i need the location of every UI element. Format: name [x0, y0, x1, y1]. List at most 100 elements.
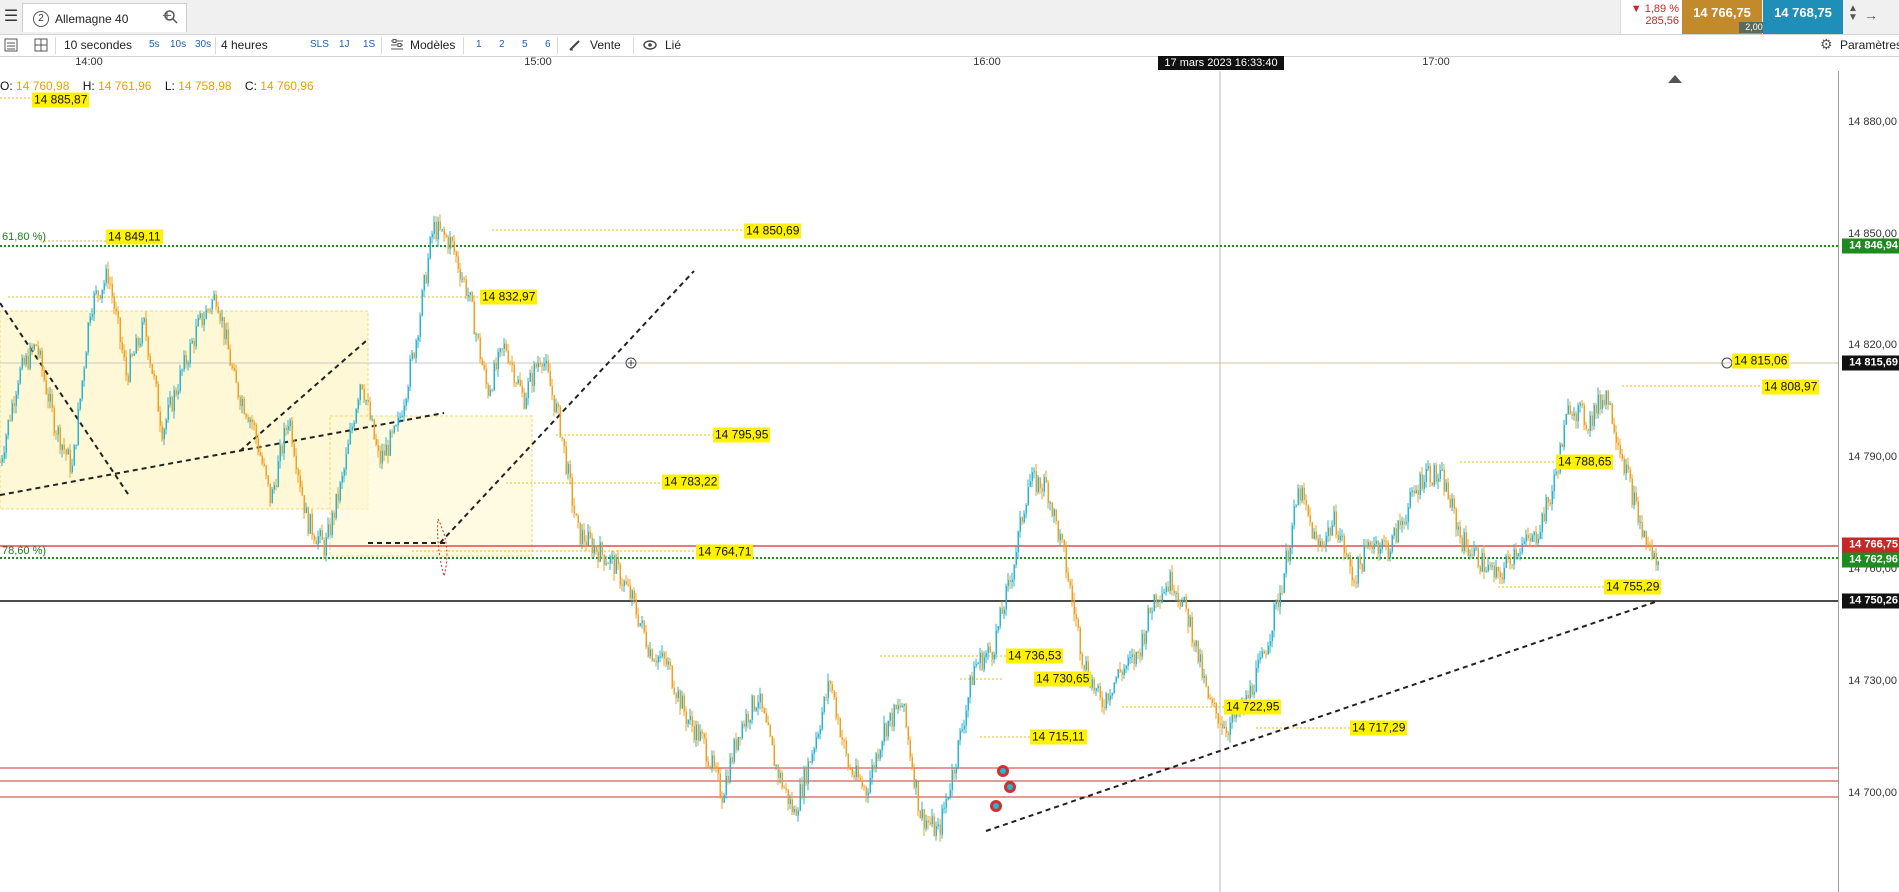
- candle-body: [319, 530, 321, 537]
- period-1s[interactable]: 1S: [363, 39, 375, 50]
- candle-body: [1545, 497, 1547, 522]
- sell-pen-icon[interactable]: [568, 38, 582, 55]
- candle-body: [427, 258, 429, 284]
- arrow-right-icon[interactable]: →: [1864, 7, 1878, 23]
- candle-body: [311, 513, 313, 535]
- candle-body: [71, 465, 73, 473]
- candle-body: [351, 426, 353, 431]
- candle-body: [1371, 545, 1373, 549]
- candle-body: [1365, 545, 1367, 547]
- candle-body: [1507, 556, 1509, 559]
- candle-body: [159, 411, 161, 426]
- linked-button[interactable]: Lié: [665, 38, 681, 52]
- price-label: 14 717,29: [1350, 720, 1408, 736]
- candle-body: [1599, 394, 1601, 409]
- candle-body: [1267, 645, 1269, 655]
- models-button[interactable]: Modèles: [410, 38, 455, 52]
- candle-body: [1041, 488, 1043, 492]
- candle-body: [625, 581, 627, 585]
- period-sls[interactable]: SLS: [310, 39, 329, 50]
- candle-body: [45, 380, 47, 394]
- candle-body: [13, 403, 15, 406]
- price-label: 14 722,95: [1224, 699, 1282, 715]
- candle-body: [757, 702, 759, 708]
- period-select[interactable]: 4 heures: [221, 38, 268, 52]
- interval-30s[interactable]: 30s: [195, 39, 211, 50]
- candle-body: [1533, 532, 1535, 536]
- axis-tag-fib786: 14 762,96: [1842, 552, 1899, 568]
- candle-body: [1463, 532, 1465, 552]
- price-chart[interactable]: [0, 71, 1838, 892]
- price-axis[interactable]: 14 880,00 14 850,00 14 820,00 14 790,00 …: [1838, 71, 1899, 892]
- price-tick: 14 730,00: [1848, 675, 1897, 687]
- candle-body: [1603, 399, 1605, 405]
- candle-body: [1111, 692, 1113, 696]
- candle-body: [695, 724, 697, 741]
- candle-body: [691, 716, 693, 727]
- layout-5[interactable]: 5: [522, 39, 528, 50]
- interval-select[interactable]: 10 secondes: [64, 38, 132, 52]
- candle-body: [1183, 596, 1185, 601]
- candle-body: [417, 336, 419, 341]
- settings-button[interactable]: Paramètres: [1840, 38, 1899, 52]
- candle-body: [193, 340, 195, 347]
- list-icon[interactable]: [4, 38, 18, 55]
- candle-body: [187, 363, 189, 365]
- candle-body: [59, 427, 61, 450]
- candle-body: [1037, 477, 1039, 492]
- time-tick: 15:00: [524, 56, 552, 68]
- candle-body: [1027, 486, 1029, 506]
- candle-body: [7, 420, 9, 436]
- candle-body: [807, 761, 809, 784]
- menu-icon[interactable]: ☰: [2, 6, 20, 28]
- candle-body: [273, 485, 275, 490]
- candle-body: [361, 384, 363, 389]
- period-1j[interactable]: 1J: [339, 39, 350, 50]
- candle-body: [723, 795, 725, 803]
- candle-body: [231, 365, 233, 368]
- sell-button[interactable]: Vente: [590, 38, 621, 52]
- link-icon[interactable]: [643, 39, 657, 54]
- candle-body: [1219, 723, 1221, 725]
- candle-body: [527, 381, 529, 398]
- candle-body: [1311, 522, 1313, 539]
- candle-body: [703, 733, 705, 739]
- candle-body: [415, 340, 417, 359]
- interval-10s[interactable]: 10s: [170, 39, 186, 50]
- layout-6[interactable]: 6: [545, 39, 551, 50]
- price-label: 14 788,65: [1556, 454, 1614, 470]
- candle-body: [633, 590, 635, 600]
- settings-gear-icon[interactable]: ⚙: [1820, 36, 1833, 53]
- candle-body: [123, 350, 125, 358]
- candle-body: [267, 475, 269, 484]
- interval-5s[interactable]: 5s: [149, 39, 160, 50]
- candle-body: [49, 393, 51, 402]
- candle-body: [609, 556, 611, 564]
- candle-body: [383, 450, 385, 456]
- collapse-arrows-icon[interactable]: ▲ ▼: [1848, 4, 1858, 23]
- candle-body: [833, 690, 835, 698]
- grid-layout-icon[interactable]: [34, 38, 48, 55]
- layout-1[interactable]: 1: [476, 39, 482, 50]
- candle-body: [799, 784, 801, 811]
- candle-body: [933, 816, 935, 836]
- candle-body: [879, 750, 881, 759]
- models-icon[interactable]: [390, 39, 404, 55]
- candle-body: [1391, 535, 1393, 552]
- candle-body: [957, 740, 959, 768]
- buy-price-button[interactable]: 14 768,75: [1763, 0, 1843, 34]
- candle-body: [299, 475, 301, 488]
- candle-body: [895, 705, 897, 710]
- candle-body: [573, 505, 575, 514]
- candle-body: [1529, 538, 1531, 542]
- candle-body: [229, 349, 231, 366]
- layout-2[interactable]: 2: [499, 39, 505, 50]
- change-points: 285,56: [1645, 15, 1679, 27]
- candle-body: [1339, 535, 1341, 541]
- candle-body: [603, 554, 605, 565]
- candle-body: [29, 346, 31, 369]
- candle-body: [667, 661, 669, 665]
- candle-body: [1047, 482, 1049, 504]
- candle-body: [139, 343, 141, 346]
- add-tab-icon[interactable]: +: [162, 6, 172, 26]
